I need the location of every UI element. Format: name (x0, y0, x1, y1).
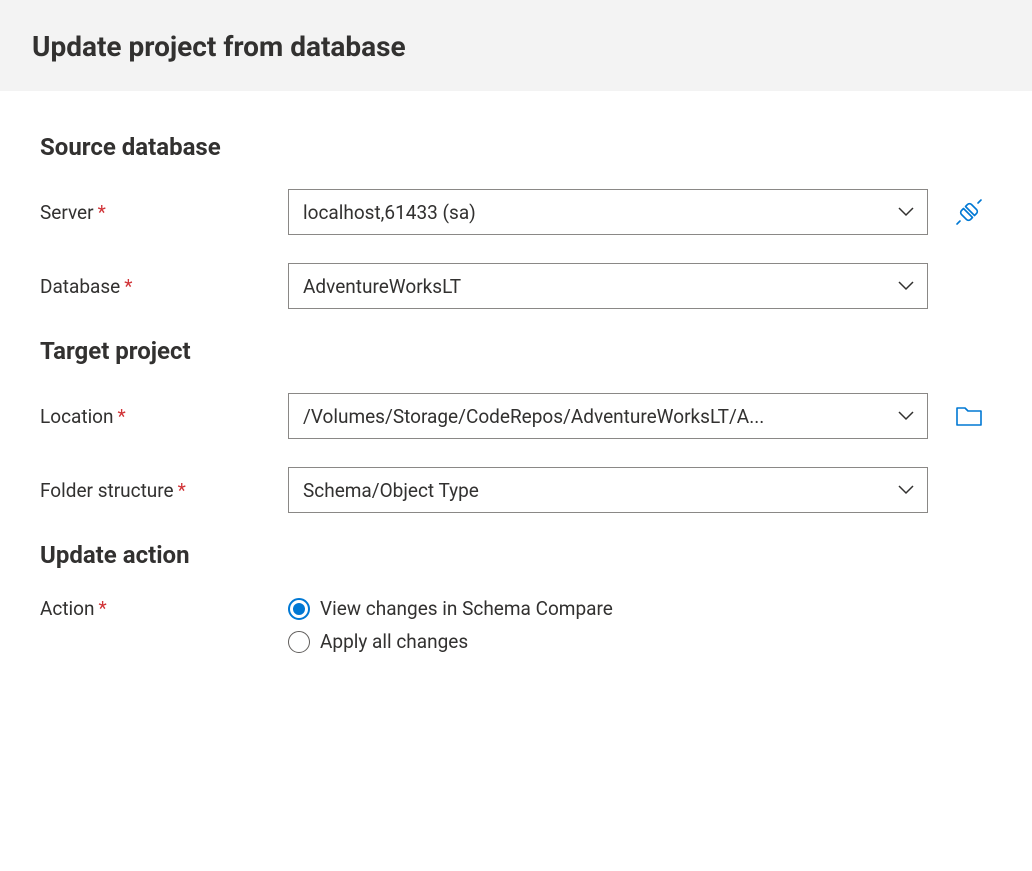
folder-structure-select[interactable]: Schema/Object Type (288, 467, 928, 513)
radio-view-changes[interactable]: View changes in Schema Compare (288, 597, 613, 620)
folder-icon (955, 404, 983, 428)
plug-icon (955, 198, 983, 226)
required-indicator: * (118, 405, 126, 428)
database-row: Database* AdventureWorksLT (40, 263, 992, 309)
server-select[interactable]: localhost,61433 (sa) (288, 189, 928, 235)
location-select[interactable]: /Volumes/Storage/CodeRepos/AdventureWork… (288, 393, 928, 439)
radio-unchecked-icon (288, 631, 310, 653)
section-title-source: Source database (40, 133, 992, 161)
database-select[interactable]: AdventureWorksLT (288, 263, 928, 309)
location-value: /Volumes/Storage/CodeRepos/AdventureWork… (303, 405, 764, 428)
dialog-content: Source database Server* localhost,61433 … (0, 91, 1032, 663)
database-value: AdventureWorksLT (303, 275, 461, 298)
radio-view-label: View changes in Schema Compare (320, 597, 613, 620)
dialog-title: Update project from database (32, 30, 1000, 63)
folder-structure-value: Schema/Object Type (303, 479, 479, 502)
required-indicator: * (98, 201, 106, 224)
required-indicator: * (99, 597, 107, 620)
folder-structure-label: Folder structure* (40, 479, 288, 502)
section-title-action: Update action (40, 541, 992, 569)
database-label: Database* (40, 275, 288, 298)
server-label: Server* (40, 201, 288, 224)
radio-checked-icon (288, 598, 310, 620)
location-label: Location* (40, 405, 288, 428)
server-value: localhost,61433 (sa) (303, 201, 476, 224)
dialog-header: Update project from database (0, 0, 1032, 91)
section-title-target: Target project (40, 337, 992, 365)
radio-apply-label: Apply all changes (320, 630, 468, 653)
action-radio-group: View changes in Schema Compare Apply all… (288, 597, 613, 663)
radio-apply-all[interactable]: Apply all changes (288, 630, 613, 653)
action-row: Action* View changes in Schema Compare A… (40, 597, 992, 663)
folder-structure-row: Folder structure* Schema/Object Type (40, 467, 992, 513)
browse-folder-button[interactable] (954, 401, 984, 431)
location-row: Location* /Volumes/Storage/CodeRepos/Adv… (40, 393, 992, 439)
required-indicator: * (178, 479, 186, 502)
action-label: Action* (40, 597, 288, 620)
server-row: Server* localhost,61433 (sa) (40, 189, 992, 235)
required-indicator: * (124, 275, 132, 298)
new-connection-button[interactable] (954, 197, 984, 227)
